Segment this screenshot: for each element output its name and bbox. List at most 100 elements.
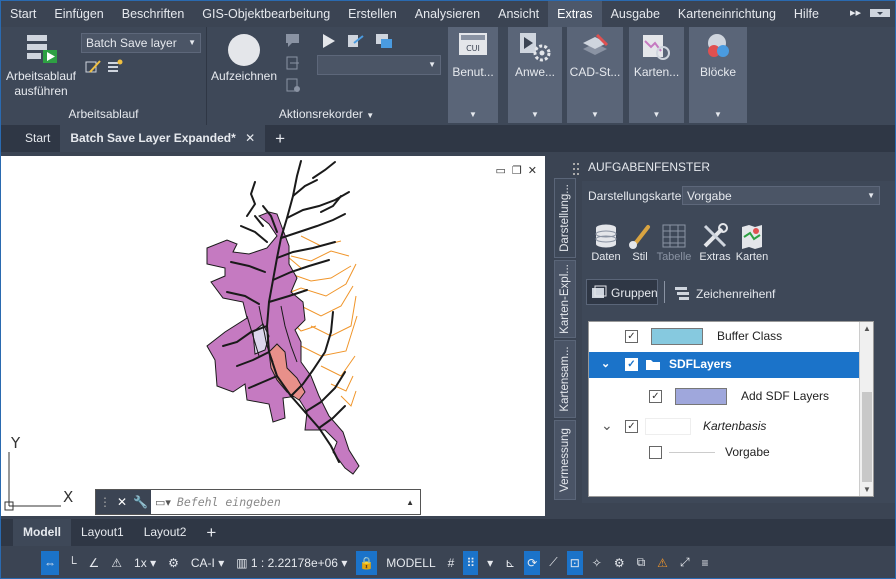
object-snap-icon[interactable]: ⊡ <box>566 550 583 575</box>
layer-visibility-checkbox[interactable]: ✓ <box>625 358 638 371</box>
command-input[interactable]: Befehl eingeben <box>171 495 406 509</box>
isolate-icon[interactable]: ⧉ <box>634 551 649 575</box>
layer-list-scrollbar[interactable]: ▲ ▼ <box>859 322 873 496</box>
style-brush-icon[interactable] <box>628 223 652 249</box>
record-icon[interactable] <box>227 33 261 67</box>
request-input-icon[interactable] <box>285 77 301 93</box>
menu-extras[interactable]: Extras <box>548 1 602 27</box>
menu-einfuegen[interactable]: Einfügen <box>45 1 112 27</box>
chevron-up-icon[interactable]: ▲ <box>406 498 414 507</box>
menu-karteneinrichtung[interactable]: Karteneinrichtung <box>669 1 785 27</box>
snap-mode-icon[interactable]: ⠿ <box>463 550 479 575</box>
workflow-select[interactable]: Batch Save layer ▼ <box>81 33 201 53</box>
tab-active-document[interactable]: Batch Save Layer Expanded* ✕ <box>60 125 266 152</box>
action-manager-icon[interactable] <box>375 33 393 49</box>
tab-layout2[interactable]: Layout2 <box>134 519 197 546</box>
annotation-scale-button[interactable]: 1x ▾ <box>131 551 159 575</box>
map-scale-button[interactable]: ▥ 1 : 2.22178e+06 ▾ <box>233 551 350 575</box>
menu-ausgabe[interactable]: Ausgabe <box>602 1 669 27</box>
record-button[interactable]: Aufzeichnen <box>207 69 281 84</box>
list-item[interactable]: ✓ Buffer Class <box>589 324 859 350</box>
snap-tracking-icon[interactable]: ⇔ <box>41 550 59 575</box>
ucs-status-icon[interactable]: └ <box>65 551 80 575</box>
grid-icon[interactable]: # <box>445 551 458 575</box>
angle-icon[interactable]: ∠ <box>86 551 103 575</box>
chevron-down-icon[interactable]: ⌄ <box>601 417 613 434</box>
customize-menu-icon[interactable]: ≡ <box>699 551 712 575</box>
warning-icon[interactable]: ⚠ <box>654 551 671 575</box>
list-item[interactable]: ⌄ ✓ SDFLayers <box>589 352 859 378</box>
tab-darstellung[interactable]: Darstellung... <box>554 178 576 258</box>
grip-icon[interactable]: ⋮ <box>99 495 111 509</box>
menu-start[interactable]: Start <box>1 1 45 27</box>
workflow-run-icon[interactable] <box>25 33 59 65</box>
comment-icon[interactable] <box>285 32 301 48</box>
isometric-icon[interactable]: ⟋ <box>546 551 560 575</box>
close-icon[interactable]: ✕ <box>117 495 127 509</box>
more-tabs-icon[interactable]: ▸▸ <box>850 6 861 19</box>
insert-action-icon[interactable] <box>285 55 301 71</box>
ortho-icon[interactable]: ⊾ <box>502 551 518 575</box>
run-workflow-button[interactable]: Arbeitsablauf ausführen <box>3 69 79 99</box>
action-recorder-title[interactable]: Aktionsrekorder ▼ <box>207 107 446 121</box>
maps-icon[interactable] <box>740 223 764 249</box>
tool-extras-label[interactable]: Extras <box>695 251 735 263</box>
chevron-down-icon[interactable]: ▼ <box>863 485 871 494</box>
scrollbar-thumb[interactable] <box>862 392 872 482</box>
polar-tracking-icon[interactable]: ⟳ <box>524 550 541 575</box>
coordinate-system-button[interactable]: CA-I ▾ <box>188 551 227 575</box>
tile-benutzer[interactable]: CUI Benut... ▼ <box>448 27 498 123</box>
tile-bloecke[interactable]: Blöcke ▼ <box>689 27 747 123</box>
groups-button[interactable]: Gruppen <box>586 279 658 305</box>
tab-kartensammlung[interactable]: Kartensam... <box>554 340 576 418</box>
layer-visibility-checkbox[interactable] <box>649 446 662 459</box>
ribbon-minimize-icon[interactable] <box>869 7 891 19</box>
drawing-canvas[interactable]: ▭ ❐ ✕ Y X <box>1 156 545 516</box>
tab-start[interactable]: Start <box>1 125 60 152</box>
workspace-gear-icon[interactable]: ⚙ <box>611 551 628 575</box>
wrench-icon[interactable]: 🔧 <box>133 495 148 509</box>
action-macro-select[interactable]: ▼ <box>317 55 441 75</box>
close-icon[interactable]: ✕ <box>245 131 255 145</box>
play-icon[interactable] <box>321 33 337 49</box>
tab-karten-explorer[interactable]: Karten-Expl... <box>554 260 576 338</box>
annotation-visibility-icon[interactable]: ⚠ <box>108 551 125 575</box>
new-tab-button[interactable]: + <box>265 125 295 152</box>
tile-karten[interactable]: Karten... ▼ <box>629 27 684 123</box>
tab-layout1[interactable]: Layout1 <box>71 519 134 546</box>
layer-visibility-checkbox[interactable]: ✓ <box>649 390 662 403</box>
tools-icon[interactable] <box>702 223 728 249</box>
action-settings-icon[interactable] <box>347 33 365 49</box>
list-item[interactable]: ⌄ ✓ Kartenbasis <box>589 414 859 440</box>
draw-order-label[interactable]: Zeichenreihenf <box>696 287 775 301</box>
menu-erstellen[interactable]: Erstellen <box>339 1 406 27</box>
display-map-select[interactable]: Vorgabe ▼ <box>682 186 880 205</box>
gear-icon[interactable]: ⚙ <box>165 551 182 575</box>
chevron-down-icon[interactable]: ▾ <box>484 551 496 575</box>
model-space-button[interactable]: MODELL <box>383 551 438 575</box>
list-item[interactable]: Vorgabe <box>589 440 859 466</box>
draw-order-icon[interactable] <box>674 285 690 301</box>
layer-visibility-checkbox[interactable]: ✓ <box>625 420 638 433</box>
layer-visibility-checkbox[interactable]: ✓ <box>625 330 638 343</box>
edit-workflow-icon[interactable] <box>85 59 101 75</box>
tool-maps-label[interactable]: Karten <box>732 251 772 263</box>
chevron-down-icon[interactable]: ⌄ <box>601 357 610 370</box>
command-prompt-icon[interactable]: ▭▾ <box>155 496 171 509</box>
grip-icon[interactable] <box>572 162 580 176</box>
annotation-monitor-icon[interactable]: ✧ <box>589 551 605 575</box>
menu-beschriften[interactable]: Beschriften <box>113 1 194 27</box>
data-icon[interactable] <box>594 223 618 249</box>
tab-vermessung[interactable]: Vermessung <box>554 420 576 500</box>
add-layout-button[interactable]: + <box>196 519 226 546</box>
tab-model[interactable]: Modell <box>13 519 71 546</box>
lock-icon[interactable]: 🔒 <box>356 550 378 575</box>
new-workflow-icon[interactable] <box>107 59 123 75</box>
chevron-up-icon[interactable]: ▲ <box>863 324 871 333</box>
fullscreen-icon[interactable]: ⤢ <box>677 551 693 575</box>
menu-gis[interactable]: GIS-Objektbearbeitung <box>193 1 339 27</box>
menu-ansicht[interactable]: Ansicht <box>489 1 548 27</box>
menu-analysieren[interactable]: Analysieren <box>406 1 489 27</box>
menu-hilfe[interactable]: Hilfe <box>785 1 828 27</box>
tile-anwendungen[interactable]: Anwe... ▼ <box>508 27 562 123</box>
